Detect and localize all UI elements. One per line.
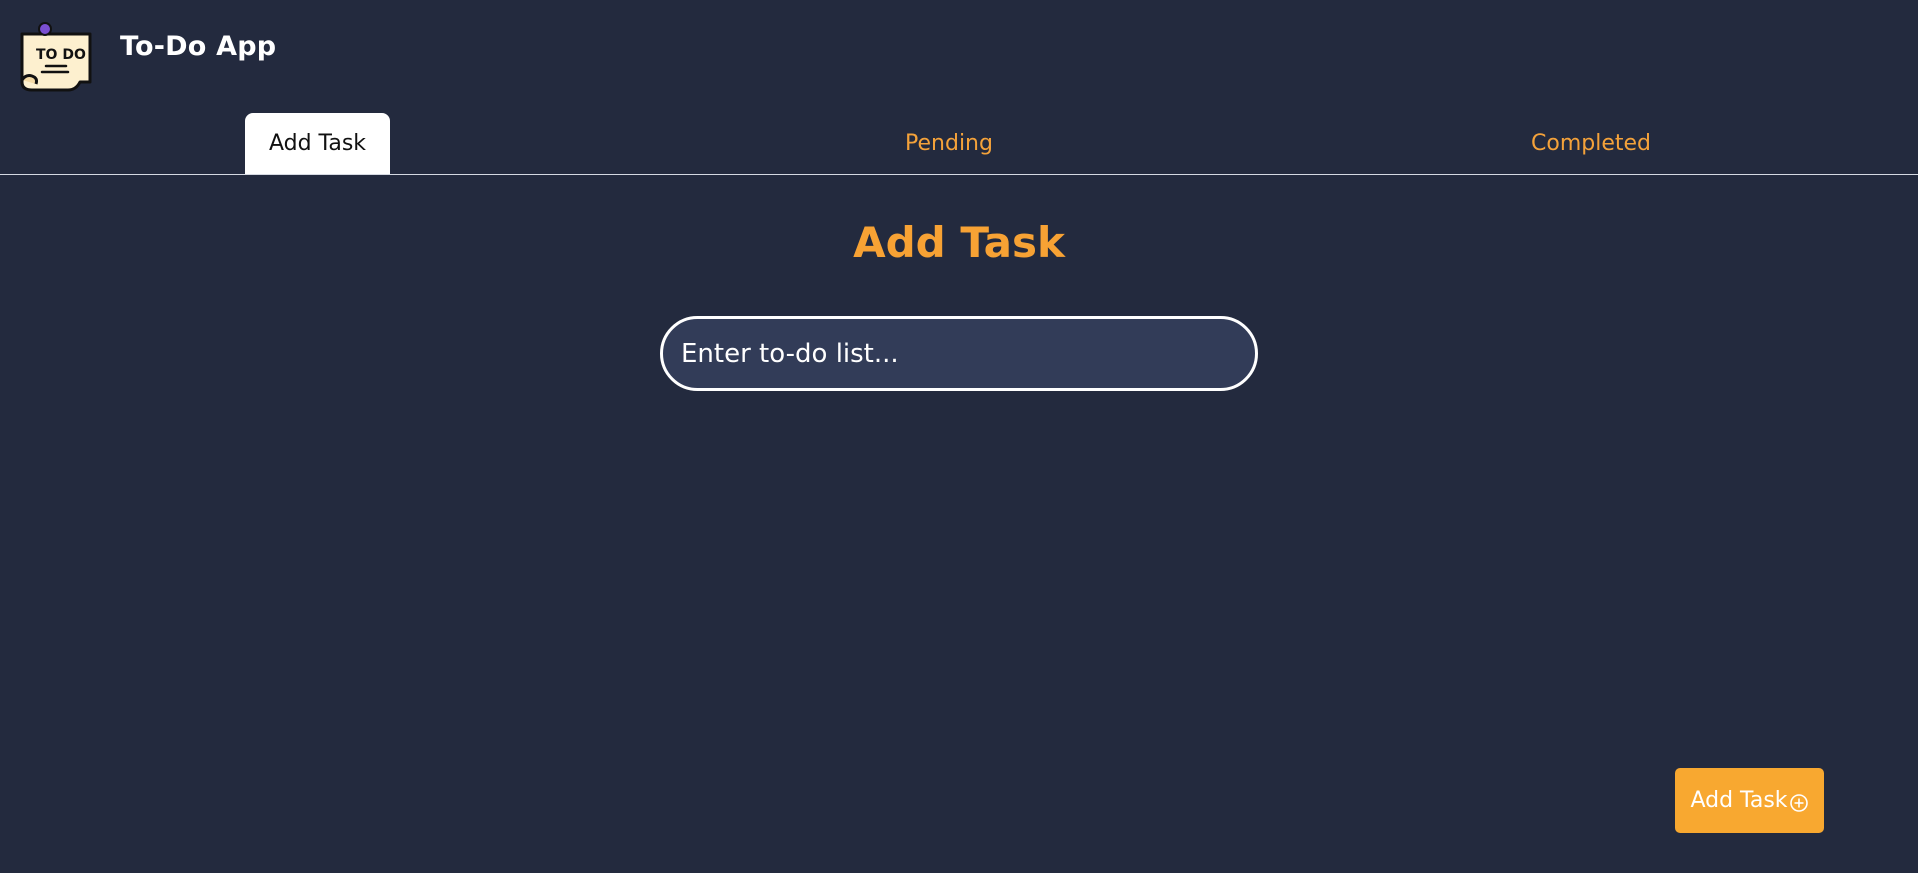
svg-text:TO DO: TO DO [36, 47, 86, 63]
add-task-button-label: Add Task [1690, 788, 1788, 813]
page-title: Add Task [853, 218, 1065, 267]
tab-bar: Add Task Pending Completed [0, 113, 1918, 175]
app-header: TO DO To-Do App [18, 20, 276, 92]
tab-add-task[interactable]: Add Task [245, 113, 390, 174]
add-task-button[interactable]: Add Task [1675, 768, 1824, 833]
tab-completed[interactable]: Completed [1500, 113, 1682, 174]
todo-logo-icon: TO DO [18, 20, 94, 92]
plus-circle-icon [1789, 793, 1809, 813]
task-input[interactable] [660, 316, 1258, 391]
tab-pending[interactable]: Pending [860, 113, 1038, 174]
app-title: To-Do App [120, 30, 277, 62]
